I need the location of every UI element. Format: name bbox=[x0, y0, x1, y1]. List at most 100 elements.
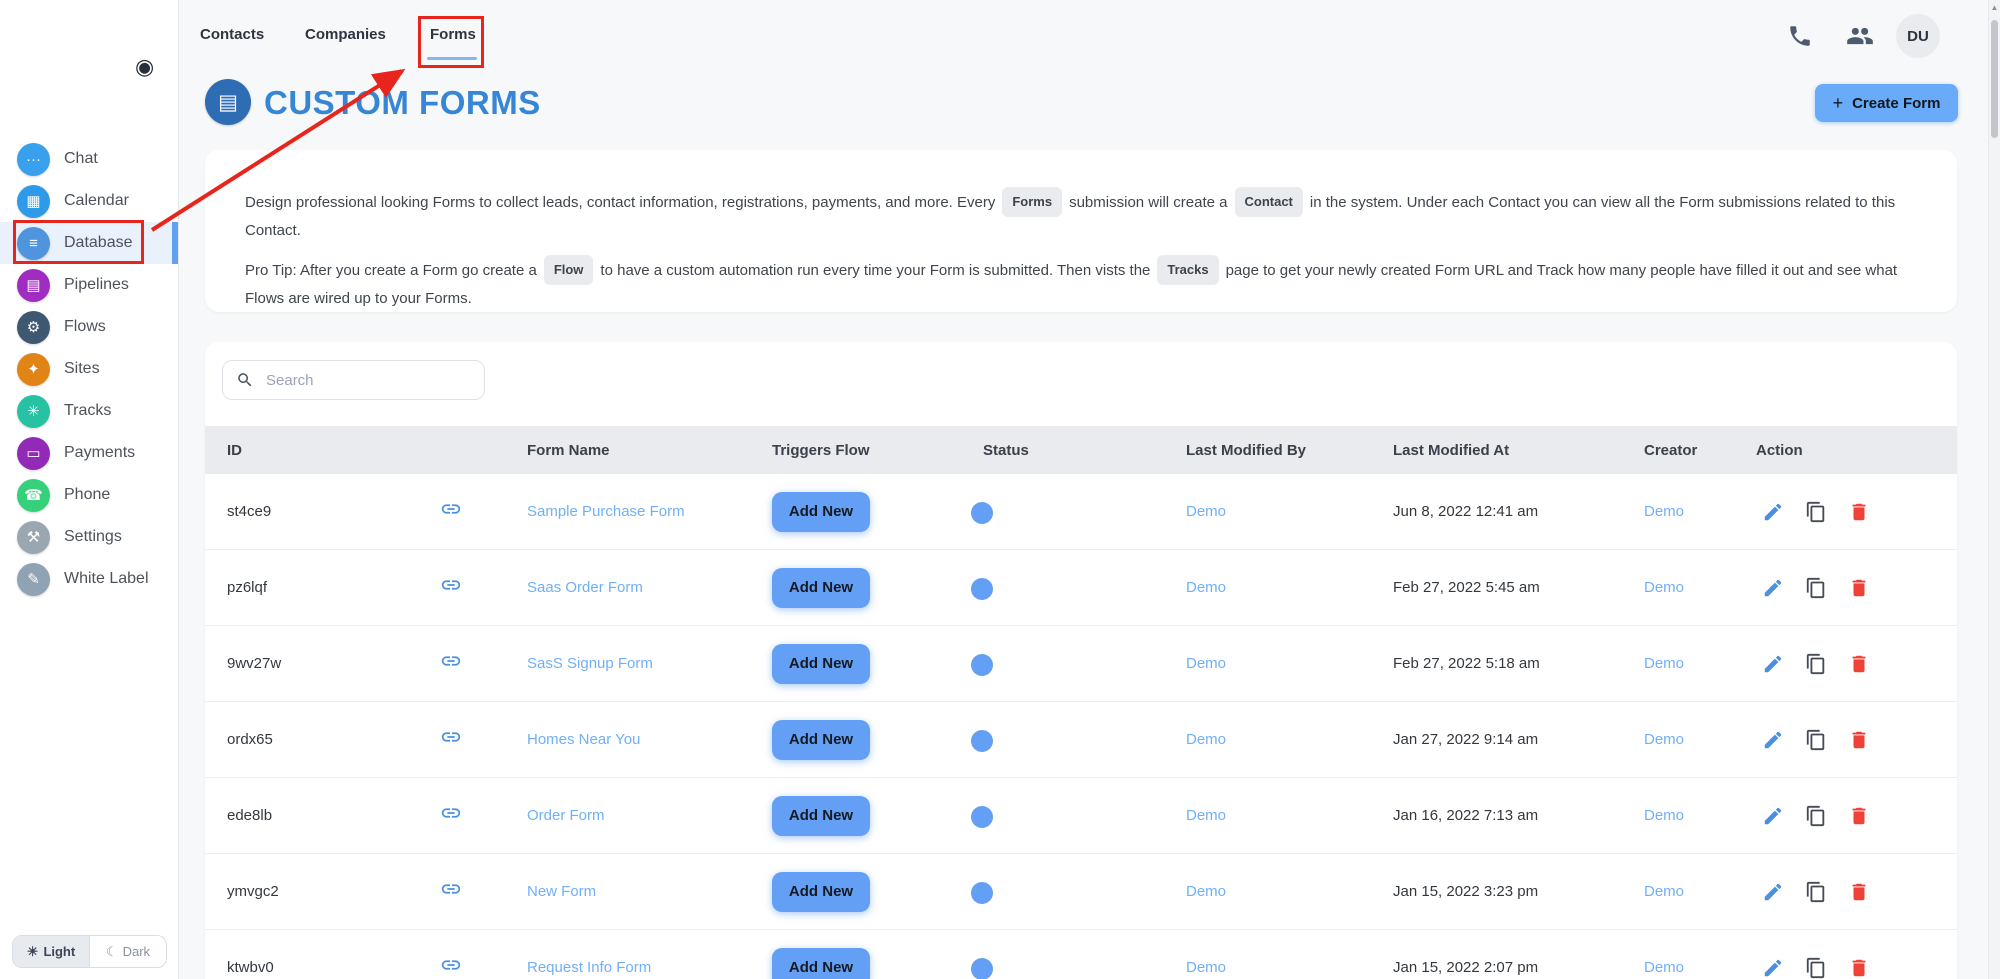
sidebar-item-pipelines[interactable]: ▤ Pipelines bbox=[0, 264, 178, 306]
col-triggers-flow: Triggers Flow bbox=[772, 441, 870, 459]
delete-icon[interactable] bbox=[1848, 957, 1870, 979]
add-new-flow-button[interactable]: Add New bbox=[772, 643, 870, 684]
tab-contacts[interactable]: Contacts bbox=[200, 26, 264, 43]
delete-icon[interactable] bbox=[1848, 501, 1870, 523]
add-new-flow-button[interactable]: Add New bbox=[772, 947, 870, 979]
sidebar-item-chat[interactable]: ··· Chat bbox=[0, 138, 178, 180]
copy-icon[interactable] bbox=[1805, 653, 1827, 675]
delete-icon[interactable] bbox=[1848, 729, 1870, 751]
edit-icon[interactable] bbox=[1762, 577, 1784, 599]
sidebar-item-database[interactable]: ≡ Database bbox=[0, 222, 178, 264]
delete-icon[interactable] bbox=[1848, 577, 1870, 599]
form-name-link[interactable]: SasS Signup Form bbox=[505, 655, 750, 672]
form-name-link[interactable]: Saas Order Form bbox=[505, 579, 750, 596]
creator-link[interactable]: Demo bbox=[1622, 807, 1734, 824]
contacts-users-icon[interactable] bbox=[1846, 22, 1874, 55]
delete-icon[interactable] bbox=[1848, 805, 1870, 827]
database-icon: ≡ bbox=[17, 226, 50, 260]
forms-table-card: ID Form Name Triggers Flow Status Last M… bbox=[205, 342, 1957, 979]
create-form-button[interactable]: + Create Form bbox=[1815, 84, 1958, 122]
modified-by-link[interactable]: Demo bbox=[1164, 731, 1371, 748]
page-scrollbar: ▲ bbox=[1988, 0, 2000, 979]
sidebar-item-phone[interactable]: ☎ Phone bbox=[0, 474, 178, 516]
sidebar-item-tracks[interactable]: ✳ Tracks bbox=[0, 390, 178, 432]
user-avatar[interactable]: DU bbox=[1896, 14, 1940, 58]
copy-icon[interactable] bbox=[1805, 729, 1827, 751]
form-link-icon[interactable] bbox=[440, 650, 505, 677]
modified-by-link[interactable]: Demo bbox=[1164, 807, 1371, 824]
delete-icon[interactable] bbox=[1848, 653, 1870, 675]
creator-link[interactable]: Demo bbox=[1622, 655, 1734, 672]
form-name-link[interactable]: Homes Near You bbox=[505, 731, 750, 748]
form-name-link[interactable]: Sample Purchase Form bbox=[505, 503, 750, 520]
edit-icon[interactable] bbox=[1762, 881, 1784, 903]
copy-icon[interactable] bbox=[1805, 957, 1827, 979]
copy-icon[interactable] bbox=[1805, 881, 1827, 903]
edit-icon[interactable] bbox=[1762, 653, 1784, 675]
modified-by-link[interactable]: Demo bbox=[1164, 503, 1371, 520]
sidebar-item-payments[interactable]: ▭ Payments bbox=[0, 432, 178, 474]
form-link-icon[interactable] bbox=[440, 726, 505, 753]
table-row: ktwbv0 Request Info Form Add New Demo Ja… bbox=[205, 930, 1957, 979]
forms-badge: Forms bbox=[1002, 187, 1063, 217]
search-input[interactable] bbox=[264, 370, 458, 390]
form-name-link[interactable]: Request Info Form bbox=[505, 959, 750, 976]
edit-icon[interactable] bbox=[1762, 729, 1784, 751]
creator-link[interactable]: Demo bbox=[1622, 579, 1734, 596]
modified-by-link[interactable]: Demo bbox=[1164, 883, 1371, 900]
light-mode-button[interactable]: ☀ Light bbox=[13, 936, 90, 967]
sidebar: ◉ ··· Chat ▦ Calendar ≡ Database ▤ Pipel… bbox=[0, 0, 179, 979]
settings-icon: ⚒ bbox=[17, 520, 50, 554]
modified-by-link[interactable]: Demo bbox=[1164, 579, 1371, 596]
tab-companies[interactable]: Companies bbox=[305, 26, 386, 43]
add-new-flow-button[interactable]: Add New bbox=[772, 719, 870, 760]
delete-icon[interactable] bbox=[1848, 881, 1870, 903]
form-link-icon[interactable] bbox=[440, 954, 505, 979]
edit-icon[interactable] bbox=[1762, 957, 1784, 979]
edit-icon[interactable] bbox=[1762, 805, 1784, 827]
scrollbar-up-arrow[interactable]: ▲ bbox=[1989, 3, 2000, 12]
tracks-badge: Tracks bbox=[1157, 255, 1219, 285]
form-name-link[interactable]: New Form bbox=[505, 883, 750, 900]
sidebar-item-settings[interactable]: ⚒ Settings bbox=[0, 516, 178, 558]
add-new-flow-button[interactable]: Add New bbox=[772, 795, 870, 836]
modified-at: Jan 27, 2022 9:14 am bbox=[1393, 731, 1539, 748]
copy-icon[interactable] bbox=[1805, 577, 1827, 599]
edit-icon[interactable] bbox=[1762, 501, 1784, 523]
add-new-flow-button[interactable]: Add New bbox=[772, 491, 870, 532]
copy-icon[interactable] bbox=[1805, 501, 1827, 523]
sidebar-collapse-icon[interactable]: ◉ bbox=[135, 56, 154, 78]
active-tab-underline bbox=[427, 57, 477, 60]
dark-mode-button[interactable]: ☾ Dark bbox=[90, 936, 166, 967]
form-link-icon[interactable] bbox=[440, 574, 505, 601]
form-link-icon[interactable] bbox=[440, 802, 505, 829]
add-new-flow-button[interactable]: Add New bbox=[772, 567, 870, 608]
plus-icon: + bbox=[1832, 92, 1844, 113]
sidebar-item-sites[interactable]: ✦ Sites bbox=[0, 348, 178, 390]
table-body: st4ce9 Sample Purchase Form Add New Demo… bbox=[205, 474, 1957, 979]
modified-by-link[interactable]: Demo bbox=[1164, 959, 1371, 976]
sidebar-nav: ··· Chat ▦ Calendar ≡ Database ▤ Pipelin… bbox=[0, 138, 178, 600]
phone-call-icon[interactable] bbox=[1787, 23, 1813, 54]
creator-link[interactable]: Demo bbox=[1622, 731, 1734, 748]
sun-icon: ☀ bbox=[26, 943, 39, 959]
creator-link[interactable]: Demo bbox=[1622, 503, 1734, 520]
form-name-link[interactable]: Order Form bbox=[505, 807, 750, 824]
custom-forms-icon: ▤ bbox=[205, 79, 251, 125]
sites-icon: ✦ bbox=[17, 352, 50, 386]
sidebar-item-flows[interactable]: ⚙ Flows bbox=[0, 306, 178, 348]
modified-by-link[interactable]: Demo bbox=[1164, 655, 1371, 672]
sidebar-item-white-label[interactable]: ✎ White Label bbox=[0, 558, 178, 600]
form-link-icon[interactable] bbox=[440, 498, 505, 525]
form-link-icon[interactable] bbox=[440, 878, 505, 905]
tab-forms[interactable]: Forms bbox=[430, 26, 476, 43]
table-row: st4ce9 Sample Purchase Form Add New Demo… bbox=[205, 474, 1957, 550]
creator-link[interactable]: Demo bbox=[1622, 883, 1734, 900]
sidebar-item-calendar[interactable]: ▦ Calendar bbox=[0, 180, 178, 222]
add-new-flow-button[interactable]: Add New bbox=[772, 871, 870, 912]
contact-badge: Contact bbox=[1234, 187, 1303, 217]
creator-link[interactable]: Demo bbox=[1622, 959, 1734, 976]
scrollbar-thumb[interactable] bbox=[1991, 20, 1998, 138]
col-id: ID bbox=[227, 441, 242, 459]
copy-icon[interactable] bbox=[1805, 805, 1827, 827]
